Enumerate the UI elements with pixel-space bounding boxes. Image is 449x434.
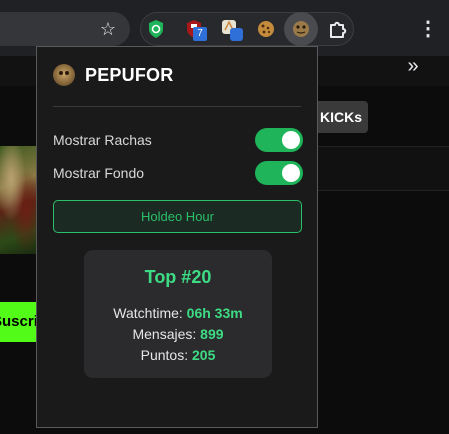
popup-title: PEPUFOR bbox=[85, 64, 174, 85]
fondo-toggle[interactable] bbox=[255, 161, 303, 185]
translate-icon[interactable] bbox=[221, 19, 243, 41]
chevron-right-double-icon[interactable]: » bbox=[402, 56, 424, 76]
toggle-knob bbox=[282, 131, 300, 149]
stat-value: 205 bbox=[192, 347, 216, 363]
stats-card: Top #20 Watchtime: 06h 33m Mensajes: 899… bbox=[84, 250, 272, 378]
popup-header: PEPUFOR bbox=[53, 63, 173, 87]
stat-label: Puntos: bbox=[140, 347, 189, 363]
pepe-icon[interactable] bbox=[291, 19, 311, 39]
extension-popup: PEPUFOR Mostrar Rachas Mostrar Fondo Hol… bbox=[36, 46, 318, 428]
divider bbox=[53, 106, 301, 107]
kicks-button[interactable]: KICKs bbox=[314, 101, 368, 133]
ublock-icon[interactable]: 7 bbox=[184, 19, 207, 41]
divider bbox=[318, 146, 449, 147]
stat-value: 899 bbox=[200, 326, 224, 342]
cookie-icon[interactable] bbox=[256, 19, 276, 39]
stream-thumbnail[interactable] bbox=[0, 146, 37, 254]
toggle-label: Mostrar Rachas bbox=[53, 132, 152, 148]
toggle-knob bbox=[282, 164, 300, 182]
star-icon[interactable]: ☆ bbox=[98, 19, 118, 39]
divider bbox=[318, 190, 449, 191]
rachas-toggle[interactable] bbox=[255, 128, 303, 152]
page-side-panel bbox=[318, 146, 449, 190]
extensions-bar bbox=[140, 12, 354, 46]
subscribe-button[interactable]: Suscribirse bbox=[0, 302, 37, 342]
stat-value: 06h 33m bbox=[186, 305, 243, 321]
rank-label: Top #20 bbox=[144, 267, 212, 287]
more-vert-icon[interactable]: ⋮ bbox=[418, 18, 438, 40]
ublock-badge: 7 bbox=[193, 27, 207, 41]
translate-badge-icon bbox=[230, 28, 243, 41]
toggle-label: Mostrar Fondo bbox=[53, 165, 145, 181]
toggle-row-rachas: Mostrar Rachas bbox=[53, 128, 303, 152]
shield-icon[interactable] bbox=[146, 19, 166, 39]
watchtime-stat: Watchtime: 06h 33m bbox=[84, 305, 272, 321]
toggle-row-fondo: Mostrar Fondo bbox=[53, 161, 303, 185]
holdeo-hour-button[interactable]: Holdeo Hour bbox=[53, 200, 302, 233]
pepe-logo-icon bbox=[53, 64, 75, 86]
puzzle-icon[interactable] bbox=[328, 19, 348, 39]
stat-label: Watchtime: bbox=[113, 305, 183, 321]
stat-label: Mensajes: bbox=[132, 326, 197, 342]
messages-stat: Mensajes: 899 bbox=[84, 326, 272, 342]
points-stat: Puntos: 205 bbox=[84, 347, 272, 363]
